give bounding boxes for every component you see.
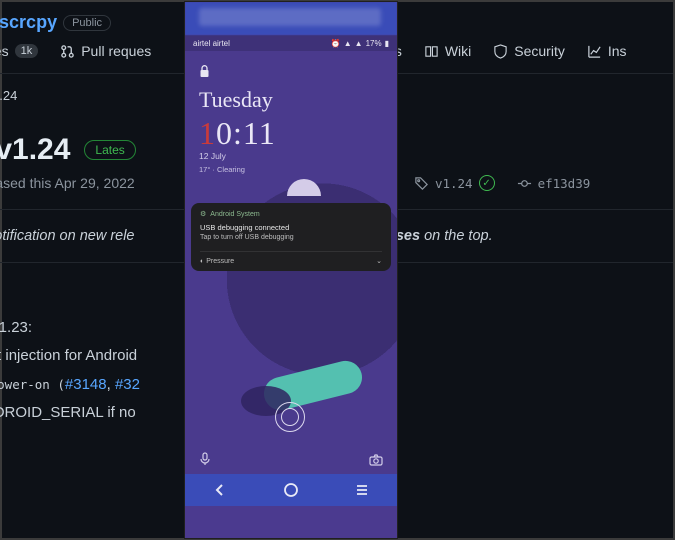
tab-security[interactable]: Security bbox=[493, 43, 565, 59]
scrcpy-window[interactable]: airtel airtel ⏰ ▲ ▲ 17% ▮ Tuesday 10:11 … bbox=[185, 2, 397, 538]
l3-prefix: d $ANDROID_SERIAL if no bbox=[0, 404, 140, 421]
tip-tail: on the top. bbox=[420, 228, 493, 244]
issue-link-32[interactable]: #32 bbox=[115, 376, 140, 393]
verified-icon: ✓ bbox=[479, 175, 495, 191]
tab-wiki-label: Wiki bbox=[445, 43, 471, 59]
android-lockscreen[interactable]: Tuesday 10:11 12 July 17° · Clearing ⚙ An… bbox=[185, 51, 397, 474]
l2-sep: , bbox=[107, 376, 115, 393]
battery-text: 17% bbox=[366, 39, 382, 48]
clock-rest: 0:11 bbox=[216, 115, 276, 151]
notif-subtitle: Tap to turn off USB debugging bbox=[200, 234, 382, 241]
tab-insights-label: Ins bbox=[608, 43, 627, 59]
tab-pulls-label: Pull reques bbox=[81, 43, 151, 59]
book-icon bbox=[424, 44, 439, 59]
notif-footer: Pressure bbox=[206, 258, 234, 265]
clock-hour-first: 1 bbox=[199, 115, 216, 151]
camera-icon[interactable] bbox=[369, 454, 383, 466]
release-tag[interactable]: v1.24 bbox=[435, 176, 473, 191]
release-title: py v1.24 bbox=[0, 133, 70, 167]
android-statusbar: airtel airtel ⏰ ▲ ▲ 17% ▮ bbox=[185, 35, 397, 51]
latest-badge: Lates bbox=[84, 140, 135, 160]
release-date: Apr 29, 2022 bbox=[55, 175, 135, 191]
nav-back-button[interactable] bbox=[211, 481, 229, 499]
battery-icon: ▮ bbox=[385, 39, 389, 48]
scrcpy-titlebar[interactable] bbox=[185, 2, 397, 35]
signal-icon: ▲ bbox=[355, 39, 363, 48]
fingerprint-icon[interactable] bbox=[275, 402, 305, 432]
android-navbar bbox=[185, 474, 397, 506]
carrier-label: airtel airtel bbox=[193, 39, 230, 48]
nav-home-button[interactable] bbox=[282, 481, 300, 499]
notification-card[interactable]: ⚙Android System USB debugging connected … bbox=[191, 203, 391, 271]
lockscreen-clock: 10:11 bbox=[199, 115, 276, 152]
android-icon: ⚙ bbox=[200, 210, 206, 218]
lockscreen-date: 12 July bbox=[199, 151, 226, 161]
tag-icon bbox=[414, 176, 429, 191]
wifi-icon: ▲ bbox=[344, 39, 352, 48]
chevron-down-icon[interactable]: ⌄ bbox=[376, 257, 382, 265]
tab-issues-label: ssues bbox=[0, 43, 9, 59]
commit-icon bbox=[517, 176, 532, 191]
pull-request-icon bbox=[60, 44, 75, 59]
graph-icon bbox=[587, 44, 602, 59]
tab-insights[interactable]: Ins bbox=[587, 43, 627, 59]
release-commit[interactable]: ef13d39 bbox=[538, 176, 591, 191]
l2-prefix: --no-power-on ( bbox=[0, 377, 65, 392]
lockscreen-day: Tuesday bbox=[199, 87, 273, 113]
tab-wiki[interactable]: Wiki bbox=[424, 43, 471, 59]
lock-icon bbox=[199, 65, 210, 78]
wallpaper-blob-top bbox=[287, 179, 321, 196]
alarm-icon: ⏰ bbox=[331, 39, 341, 48]
shield-icon bbox=[493, 44, 508, 59]
issue-link-3148[interactable]: #3148 bbox=[65, 376, 107, 393]
nav-recents-button[interactable] bbox=[353, 481, 371, 499]
tab-issues[interactable]: ssues 1k bbox=[0, 43, 38, 59]
mic-icon[interactable] bbox=[199, 452, 211, 466]
tab-security-label: Security bbox=[514, 43, 565, 59]
tab-pull-requests[interactable]: Pull reques bbox=[60, 43, 151, 59]
tip-lead: e a notification on new rele bbox=[0, 228, 135, 244]
released-this-text: released this bbox=[0, 175, 55, 191]
notif-title: USB debugging connected bbox=[200, 223, 382, 232]
lockscreen-weather: 17° · Clearing bbox=[199, 165, 245, 174]
issues-count-badge: 1k bbox=[15, 44, 39, 58]
breadcrumb-repo[interactable]: scrcpy bbox=[0, 12, 57, 33]
visibility-badge: Public bbox=[63, 15, 111, 31]
notif-source: Android System bbox=[210, 211, 259, 218]
